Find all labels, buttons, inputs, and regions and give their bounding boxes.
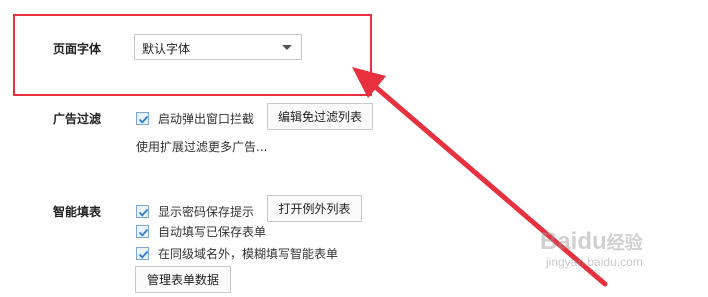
watermark-brand-cn: 经验 — [606, 233, 643, 253]
watermark-url: jingyan.baidu.com — [546, 255, 643, 269]
baidu-watermark-logo: Baidu经验 — [540, 228, 643, 256]
watermark-brand: Baidu — [540, 228, 607, 255]
